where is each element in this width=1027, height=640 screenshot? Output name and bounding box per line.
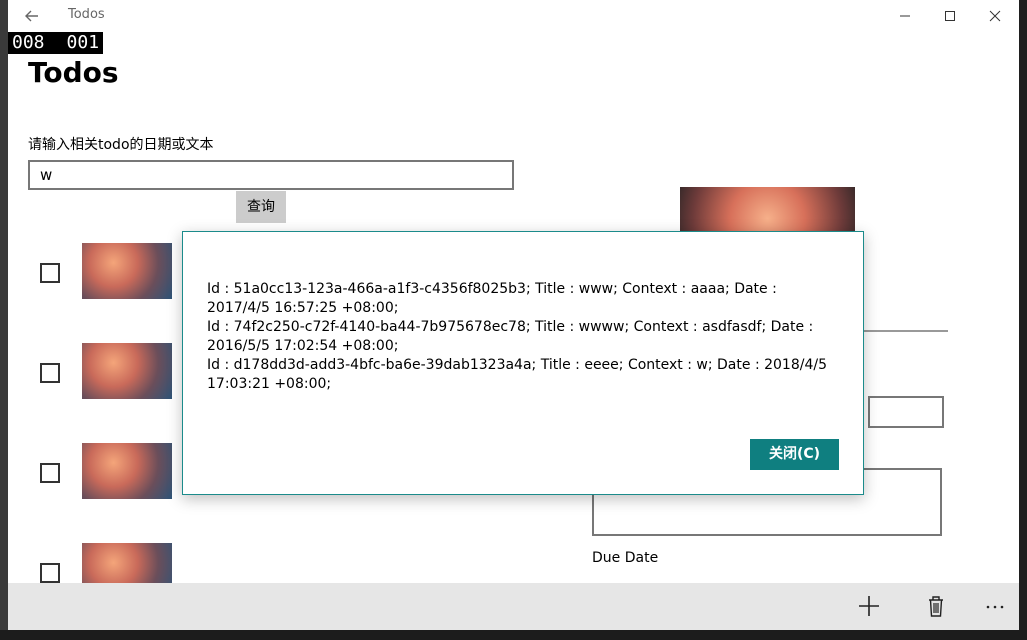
desktop-left-edge (0, 0, 8, 640)
result-line: Id : 74f2c250-c72f-4140-ba44-7b975678ec7… (207, 319, 814, 354)
frame-counter-value: 001 (66, 32, 100, 53)
page-title: Todos (28, 56, 119, 89)
dialog-message: Id : 51a0cc13-123a-466a-a1f3-c4356f8025b… (207, 280, 841, 394)
todo-checkbox[interactable] (40, 363, 60, 383)
detail-image[interactable] (680, 187, 855, 232)
command-bar (8, 583, 1019, 630)
add-icon[interactable] (856, 593, 882, 619)
frame-rate-counter: 008 001 (8, 32, 104, 54)
result-line: Id : d178dd3d-add3-4bfc-ba6e-39dab1323a4… (207, 357, 827, 392)
detail-title-input[interactable] (868, 396, 944, 428)
delete-icon[interactable] (923, 593, 949, 619)
todo-checkbox[interactable] (40, 263, 60, 283)
title-bar: Todos (8, 0, 1019, 32)
todo-thumbnail-image (82, 243, 172, 299)
todo-thumbnail-image (82, 543, 172, 583)
minimize-icon[interactable] (894, 6, 916, 26)
back-arrow-icon[interactable] (22, 6, 42, 26)
todo-thumbnail-image (82, 343, 172, 399)
desktop-right-edge (1019, 0, 1027, 640)
todo-checkbox[interactable] (40, 463, 60, 483)
search-label: 请输入相关todo的日期或文本 (28, 137, 214, 153)
search-input[interactable]: w (28, 160, 514, 190)
more-icon[interactable] (982, 593, 1008, 619)
window-title: Todos (68, 7, 105, 22)
dialog-close-button[interactable]: 关闭(C) (750, 439, 839, 470)
frame-counter-value: 008 (12, 32, 45, 53)
desktop-bottom-edge (0, 630, 1027, 640)
todo-checkbox[interactable] (40, 563, 60, 583)
result-line: Id : 51a0cc13-123a-466a-a1f3-c4356f8025b… (207, 281, 777, 316)
close-window-icon[interactable] (984, 6, 1006, 26)
maximize-icon[interactable] (939, 6, 961, 26)
todo-thumbnail-image (82, 443, 172, 499)
todo-item[interactable] (38, 543, 208, 583)
due-date-label: Due Date (592, 550, 659, 566)
query-result-dialog: Id : 51a0cc13-123a-466a-a1f3-c4356f8025b… (182, 231, 864, 495)
query-button[interactable]: 查询 (236, 191, 286, 223)
